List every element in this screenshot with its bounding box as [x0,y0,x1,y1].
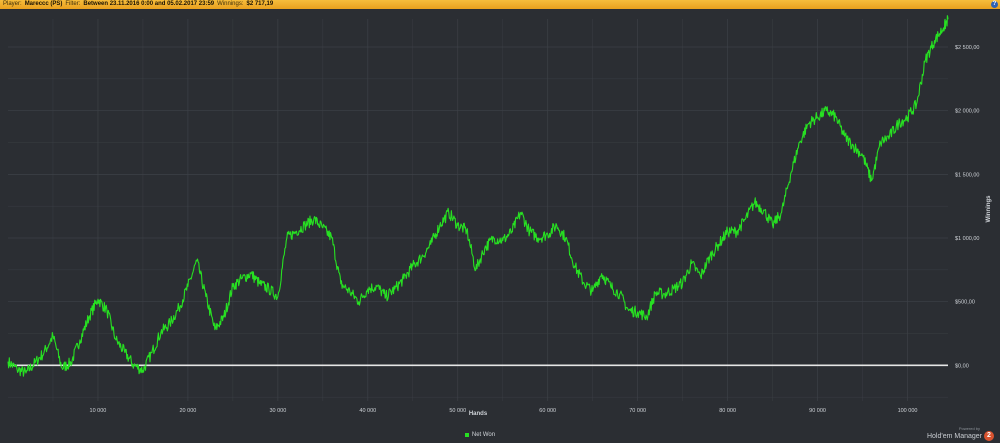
plot-area [8,19,948,401]
winnings-value: $2 717,19 [246,1,274,7]
x-tick-label: 60 000 [539,408,556,414]
y-axis-label: Winnings [986,195,992,223]
x-tick-label: 90 000 [809,408,826,414]
y-tick-label: $2 500,00 [955,45,979,51]
x-tick-label: 10 000 [90,408,107,414]
y-tick-label: $0,00 [955,363,969,369]
player-label: Player: [3,1,22,7]
y-tick-label: $500,00 [955,300,975,306]
filter-label: Filter: [65,1,81,7]
x-tick-label: 70 000 [629,408,646,414]
hem2-logo-icon: 2 [984,431,994,441]
branding: Powered by Hold'em Manager 2 [927,426,994,441]
legend-swatch-net-won [464,433,469,437]
filter-value: Between 23.11.2016 0:00 and 05.02.2017 2… [83,1,215,7]
x-tick-label: 20 000 [179,408,196,414]
legend: Net Won [0,432,960,438]
winnings-chart: 10 000 20 000 30 000 40 000 50 000 60 000 70 0… [7,15,992,417]
grid-lines [8,19,948,401]
x-tick-labels: 10 000 20 000 30 000 40 000 50 000 60 000 70 0… [90,408,918,414]
series-group [7,15,949,377]
winnings-label: Winnings: [217,1,244,7]
player-value: Mareccc (PS) [24,1,63,7]
x-tick-label: 40 000 [359,408,376,414]
title-bar: Player: Mareccc (PS) Filter: Between 23.… [0,0,1000,9]
series-line-net-won [7,15,949,377]
x-tick-label: 30 000 [269,408,286,414]
y-tick-labels: $0,00 $500,00 $1 000,00 $1 500,00 $2 000,00 $… [955,45,979,369]
x-tick-label: 50 000 [449,408,466,414]
x-tick-label: 100 000 [898,408,918,414]
x-axis-label: Hands [469,411,488,417]
legend-label-net-won: Net Won [471,432,496,438]
y-tick-label: $1 000,00 [955,236,979,242]
y-tick-label: $2 000,00 [955,109,979,115]
x-tick-label: 80 000 [719,408,736,414]
question-icon[interactable]: ? [991,1,998,8]
product-name: Hold'em Manager [926,432,982,440]
y-tick-label: $1 500,00 [955,172,979,178]
